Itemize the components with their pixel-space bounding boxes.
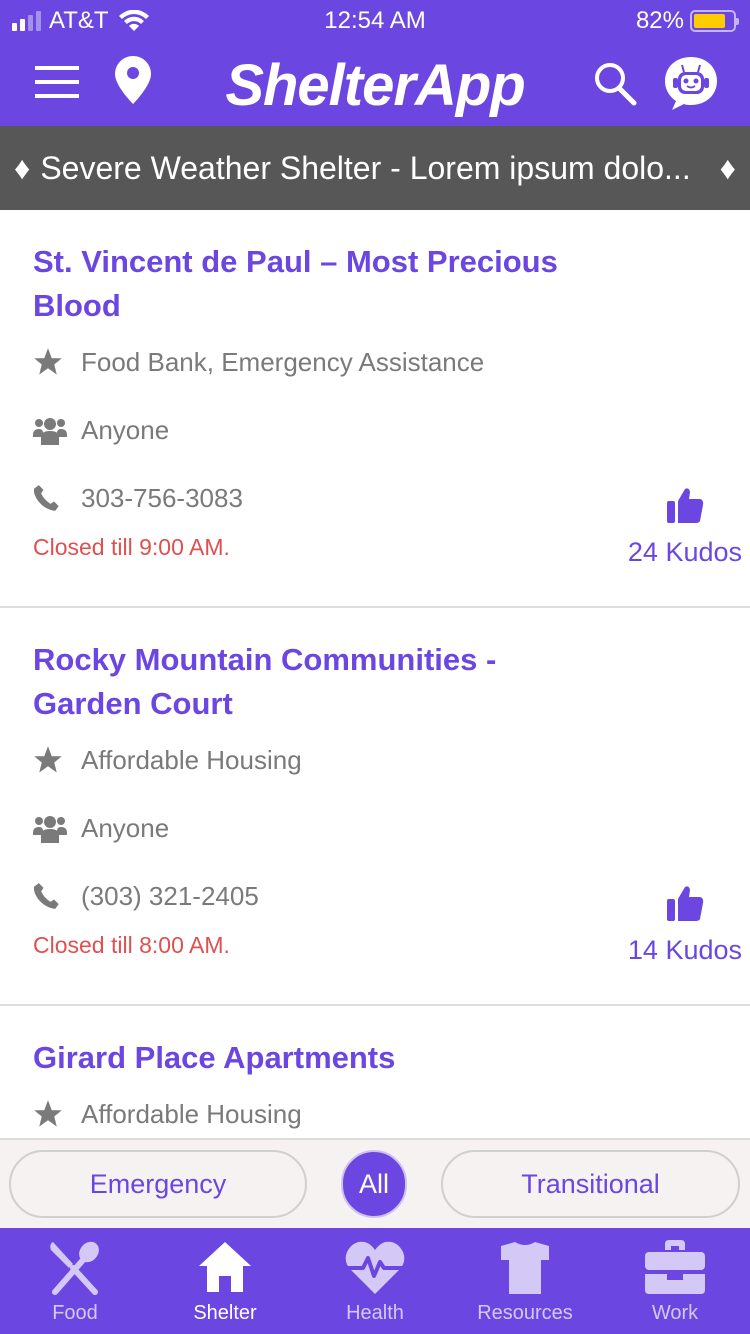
- tab-work[interactable]: Work: [600, 1228, 750, 1334]
- listing-phone[interactable]: 303-756-3083: [81, 483, 243, 514]
- filter-all[interactable]: All: [341, 1150, 407, 1218]
- filter-bar: Emergency All Transitional: [0, 1138, 750, 1228]
- listing-category: Affordable Housing: [81, 744, 302, 775]
- app-header: ShelterApp: [0, 40, 750, 126]
- briefcase-icon: [645, 1240, 705, 1294]
- tshirt-icon: [501, 1242, 549, 1294]
- kudos-count: 14 Kudos: [627, 935, 742, 965]
- tab-resources[interactable]: Resources: [450, 1228, 600, 1334]
- menu-icon[interactable]: [34, 62, 80, 102]
- star-icon: [33, 347, 81, 377]
- listing-card[interactable]: Rocky Mountain Communities - Garden Cour…: [0, 608, 750, 1006]
- thumbs-up-icon: [666, 488, 704, 523]
- listing-card[interactable]: Girard Place Apartments Affordable Housi…: [0, 1006, 750, 1138]
- kudos-count: 24 Kudos: [627, 537, 742, 567]
- listing-title[interactable]: Girard Place Apartments: [33, 1036, 613, 1080]
- search-icon[interactable]: [590, 58, 640, 108]
- status-right: 82%: [635, 7, 739, 35]
- kudos-button[interactable]: 24 Kudos: [628, 485, 742, 568]
- tab-shelter[interactable]: Shelter: [150, 1228, 300, 1334]
- listing-title[interactable]: Rocky Mountain Communities - Garden Cour…: [33, 638, 613, 726]
- phone-icon: [33, 484, 81, 512]
- diamond-icon: ♦: [719, 149, 736, 186]
- tab-label: Health: [346, 1302, 404, 1324]
- phone-icon: [33, 882, 81, 910]
- kudos-button[interactable]: 14 Kudos: [628, 883, 742, 966]
- audience-row: Anyone: [33, 396, 750, 464]
- location-pin-icon[interactable]: [112, 54, 154, 106]
- listing-title[interactable]: St. Vincent de Paul – Most Precious Bloo…: [33, 240, 613, 328]
- tab-label: Food: [52, 1302, 98, 1324]
- listing-category: Affordable Housing: [81, 1098, 302, 1129]
- home-icon: [199, 1242, 251, 1292]
- tab-health[interactable]: Health: [300, 1228, 450, 1334]
- listing-phone[interactable]: (303) 321-2405: [81, 881, 259, 912]
- filter-transitional[interactable]: Transitional: [441, 1150, 740, 1218]
- tab-food[interactable]: Food: [0, 1228, 150, 1334]
- battery-icon: [690, 10, 739, 32]
- banner-text: Severe Weather Shelter - Lorem ipsum dol…: [40, 149, 691, 186]
- category-row: Affordable Housing: [33, 1080, 750, 1138]
- listing-card[interactable]: St. Vincent de Paul – Most Precious Bloo…: [0, 210, 750, 608]
- tab-label: Work: [651, 1302, 699, 1324]
- bottom-tab-bar: Food Shelter Health Resources Work: [0, 1228, 750, 1334]
- users-icon: [33, 813, 81, 843]
- star-icon: [33, 745, 81, 775]
- audience-row: Anyone: [33, 794, 750, 862]
- listing-category: Food Bank, Emergency Assistance: [81, 346, 485, 377]
- shelter-list[interactable]: St. Vincent de Paul – Most Precious Bloo…: [0, 210, 750, 1138]
- tab-label: Resources: [477, 1302, 573, 1324]
- star-icon: [33, 1099, 81, 1129]
- alert-banner[interactable]: ♦ Severe Weather Shelter - Lorem ipsum d…: [0, 126, 750, 210]
- listing-audience: Anyone: [81, 812, 170, 843]
- battery-fill: [694, 14, 726, 28]
- chatbot-icon[interactable]: [662, 54, 720, 112]
- utensils-icon: [50, 1241, 99, 1295]
- status-bar: AT&T 12:54 AM 82%: [0, 0, 750, 40]
- heartbeat-icon: [345, 1241, 405, 1294]
- users-icon: [33, 415, 81, 445]
- listing-audience: Anyone: [81, 414, 170, 445]
- category-row: Food Bank, Emergency Assistance: [33, 328, 750, 396]
- filter-emergency[interactable]: Emergency: [9, 1150, 307, 1218]
- category-row: Affordable Housing: [33, 726, 750, 794]
- diamond-icon: ♦: [14, 149, 31, 186]
- battery-percent: 82%: [635, 7, 684, 34]
- thumbs-up-icon: [666, 886, 704, 921]
- tab-label: Shelter: [193, 1302, 257, 1324]
